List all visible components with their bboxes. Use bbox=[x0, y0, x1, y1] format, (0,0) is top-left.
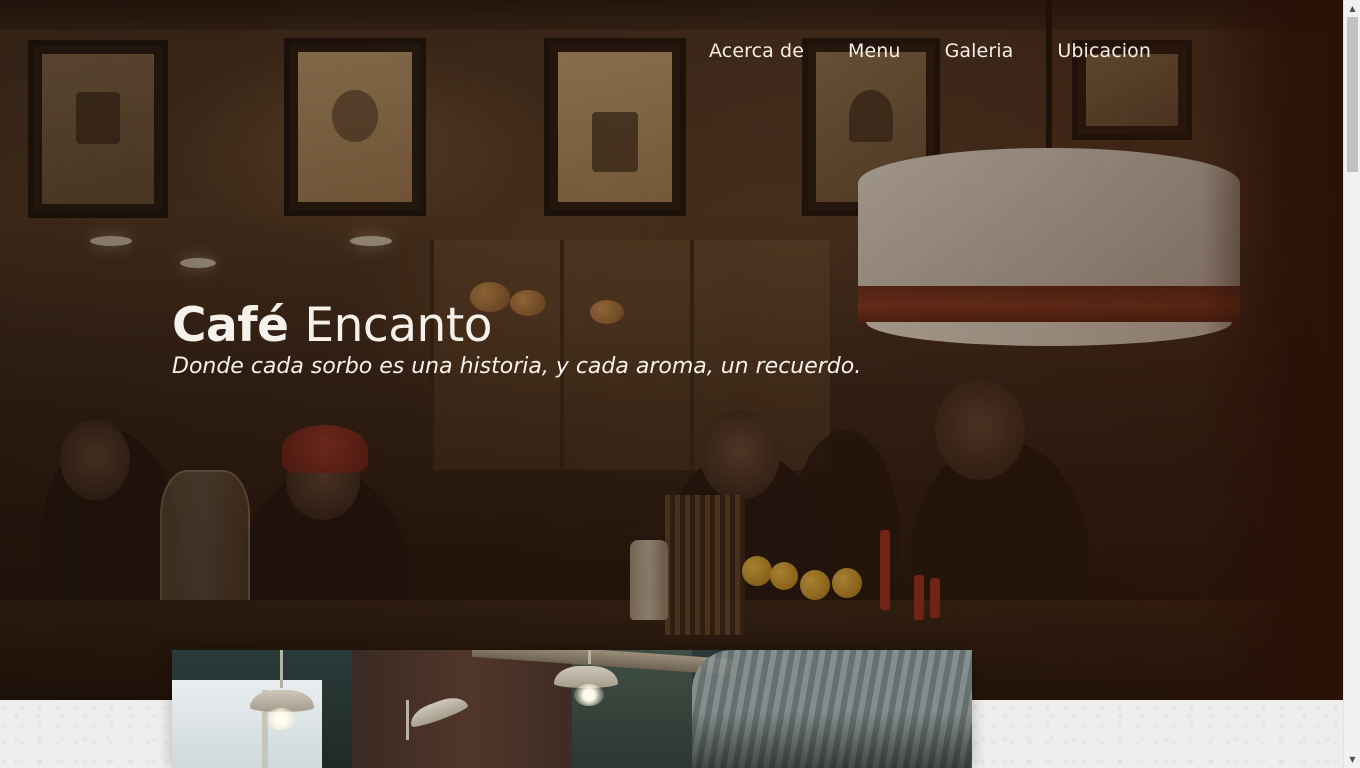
triangle-up-icon[interactable]: ▲ bbox=[1344, 0, 1360, 17]
hero-text: Café Encanto Donde cada sorbo es una his… bbox=[172, 300, 861, 379]
brick-wall bbox=[352, 650, 592, 768]
site-title-strong: Café bbox=[172, 298, 289, 353]
lamp-rod bbox=[588, 650, 591, 664]
duct-shadow bbox=[692, 710, 972, 768]
page-scrollbar[interactable]: ▲ ▼ bbox=[1343, 0, 1360, 768]
site-title-light: Encanto bbox=[304, 298, 493, 353]
lamp-bulb bbox=[574, 684, 604, 706]
nav-link-ubicacion[interactable]: Ubicacion bbox=[1057, 40, 1151, 62]
nav-link-acerca-de[interactable]: Acerca de bbox=[709, 40, 804, 62]
lamp-rod bbox=[406, 700, 409, 740]
cafe-interior-image bbox=[172, 650, 972, 768]
main-nav: Acerca de Menu Galeria Ubicacion bbox=[709, 40, 1151, 62]
nav-link-galeria[interactable]: Galeria bbox=[945, 40, 1014, 62]
hero-edge-shadow bbox=[1203, 0, 1343, 700]
lamp-rod bbox=[280, 650, 283, 688]
lamp-bulb bbox=[266, 708, 296, 730]
nav-link-menu[interactable]: Menu bbox=[848, 40, 901, 62]
site-tagline: Donde cada sorbo es una historia, y cada… bbox=[172, 353, 862, 379]
scrollbar-thumb[interactable] bbox=[1347, 17, 1358, 172]
site-title: Café Encanto bbox=[172, 300, 861, 352]
triangle-down-icon[interactable]: ▼ bbox=[1344, 751, 1360, 768]
hero-section: Acerca de Menu Galeria Ubicacion Café En… bbox=[0, 0, 1343, 700]
